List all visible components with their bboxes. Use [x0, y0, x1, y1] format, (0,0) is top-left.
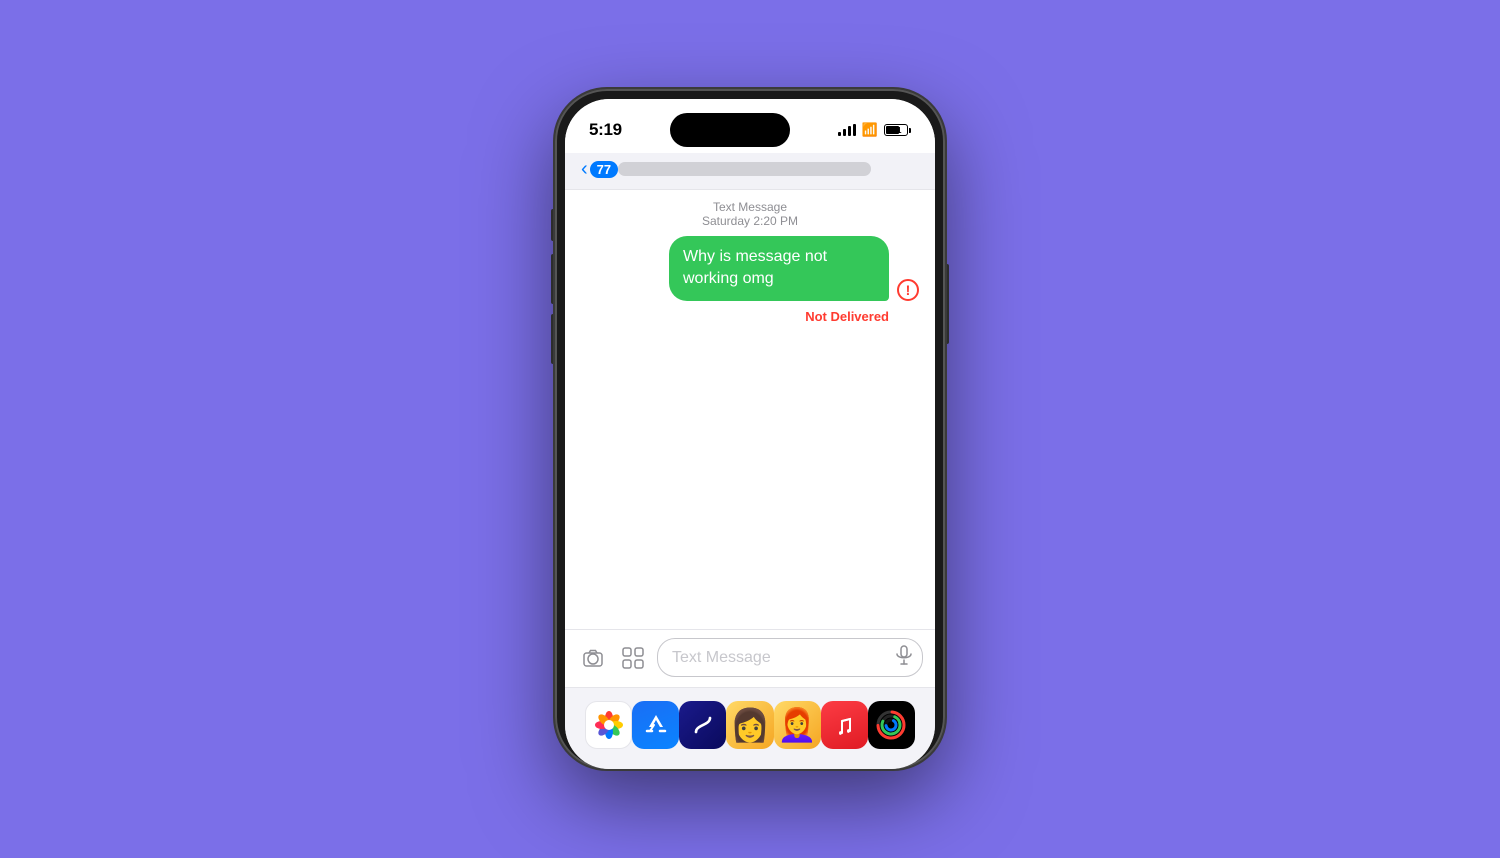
input-row: Text Message	[577, 638, 923, 677]
back-badge-count: 77	[590, 161, 618, 178]
dock: 👩 👩‍🦰	[565, 687, 935, 769]
nav-bar: ‹ 77	[565, 153, 935, 190]
contact-name-blurred	[618, 162, 871, 176]
not-delivered-error-icon[interactable]: !	[897, 279, 919, 301]
wifi-icon: 📶	[862, 122, 878, 138]
dock-icon-memoji2[interactable]: 👩‍🦰	[774, 701, 821, 749]
text-input-placeholder: Text Message	[672, 649, 896, 667]
dock-icon-photos[interactable]	[585, 701, 632, 749]
dynamic-island	[670, 113, 790, 147]
back-chevron-icon: ‹	[581, 159, 588, 179]
message-row: Why is message not working omg !	[581, 236, 919, 301]
text-input-container[interactable]: Text Message	[657, 638, 923, 677]
message-timestamp: Saturday 2:20 PM	[581, 214, 919, 228]
dock-icon-fitness[interactable]	[868, 701, 915, 749]
service-name-label: Text Message	[581, 200, 919, 214]
microphone-icon	[896, 645, 912, 670]
signal-bars-icon	[838, 124, 856, 136]
background: 5:19 📶 61	[0, 0, 1500, 858]
nav-center	[618, 162, 871, 176]
dock-icon-memoji1[interactable]: 👩	[726, 701, 773, 749]
camera-button[interactable]	[577, 642, 609, 674]
dock-icon-shazam[interactable]	[679, 701, 726, 749]
message-date-header: Text Message Saturday 2:20 PM	[581, 200, 919, 228]
apps-button[interactable]	[617, 642, 649, 674]
dock-icon-appstore[interactable]	[632, 701, 679, 749]
status-icons: 📶 61	[838, 122, 911, 138]
chat-area: Text Message Saturday 2:20 PM Why is mes…	[565, 190, 935, 629]
phone-screen: 5:19 📶 61	[565, 99, 935, 769]
battery-icon: 61	[884, 124, 911, 136]
status-bar: 5:19 📶 61	[565, 99, 935, 153]
back-button[interactable]: ‹ 77	[581, 159, 618, 179]
not-delivered-label: Not Delivered	[581, 309, 919, 324]
status-time: 5:19	[589, 120, 622, 140]
input-area: Text Message	[565, 629, 935, 687]
dock-icon-music[interactable]	[821, 701, 868, 749]
phone-frame-wrapper: 5:19 📶 61	[555, 89, 945, 769]
message-bubble: Why is message not working omg	[669, 236, 889, 301]
power-button	[945, 264, 949, 344]
